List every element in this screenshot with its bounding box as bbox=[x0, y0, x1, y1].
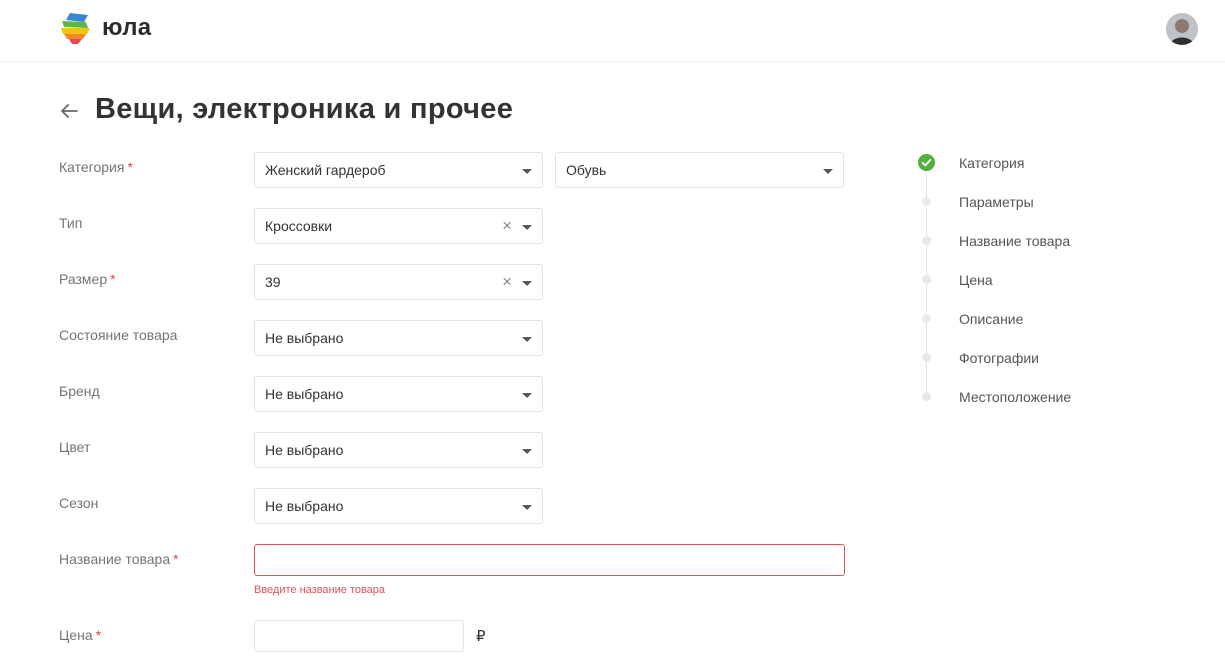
type-label-text: Тип bbox=[59, 215, 83, 231]
condition-label-text: Состояние товара bbox=[59, 327, 178, 343]
subcategory-select-value: Обувь bbox=[566, 162, 607, 178]
logo-text: юла bbox=[102, 14, 152, 41]
chevron-down-icon bbox=[522, 449, 532, 454]
color-select[interactable]: Не выбрано bbox=[254, 432, 543, 468]
required-mark: * bbox=[173, 551, 179, 567]
step-dot bbox=[922, 314, 931, 323]
page-title: Вещи, электроника и прочее bbox=[95, 93, 514, 125]
condition-label: Состояние товара bbox=[59, 327, 177, 343]
season-label-text: Сезон bbox=[59, 495, 99, 511]
step-location[interactable]: Местоположение bbox=[915, 385, 1135, 407]
chevron-down-icon bbox=[522, 337, 532, 342]
avatar-icon bbox=[1166, 13, 1198, 45]
step-dot bbox=[922, 197, 931, 206]
step-product-name[interactable]: Название товара bbox=[915, 229, 1135, 251]
price-input[interactable] bbox=[254, 620, 464, 652]
chevron-down-icon bbox=[522, 505, 532, 510]
price-label-text: Цена bbox=[59, 627, 93, 643]
size-label: Размер * bbox=[59, 271, 116, 287]
step-label: Параметры bbox=[959, 194, 1034, 210]
logo[interactable]: юла bbox=[58, 11, 151, 45]
progress-steps: Категория Параметры Название товара Цена… bbox=[915, 148, 1135, 418]
brand-select-value: Не выбрано bbox=[265, 386, 344, 402]
chevron-down-icon bbox=[522, 393, 532, 398]
price-label: Цена * bbox=[59, 627, 101, 643]
clear-icon[interactable]: × bbox=[502, 216, 512, 236]
top-header: юла bbox=[0, 0, 1225, 62]
color-select-value: Не выбрано bbox=[265, 442, 344, 458]
step-dot bbox=[922, 236, 931, 245]
currency-ruble: ₽ bbox=[476, 628, 486, 645]
category-select-value: Женский гардероб bbox=[265, 162, 386, 178]
step-label: Местоположение bbox=[959, 389, 1072, 405]
category-label: Категория * bbox=[59, 159, 133, 175]
condition-select[interactable]: Не выбрано bbox=[254, 320, 543, 356]
step-dot bbox=[922, 275, 931, 284]
step-parameters[interactable]: Параметры bbox=[915, 190, 1135, 212]
season-select-value: Не выбрано bbox=[265, 498, 344, 514]
step-label: Цена bbox=[959, 272, 993, 288]
required-mark: * bbox=[110, 271, 116, 287]
check-circle-icon bbox=[918, 154, 935, 171]
color-label: Цвет bbox=[59, 439, 90, 455]
user-avatar[interactable] bbox=[1166, 13, 1198, 45]
subcategory-select[interactable]: Обувь bbox=[555, 152, 844, 188]
required-mark: * bbox=[95, 627, 102, 643]
product-name-label: Название товара * bbox=[59, 551, 179, 567]
step-dot bbox=[922, 392, 931, 401]
back-arrow-icon[interactable] bbox=[58, 100, 80, 122]
product-name-input[interactable] bbox=[254, 544, 845, 576]
step-label: Название товара bbox=[959, 233, 1071, 249]
type-label: Тип bbox=[59, 215, 82, 231]
chevron-down-icon bbox=[522, 169, 532, 174]
size-select-value: 39 bbox=[265, 274, 281, 290]
season-label: Сезон bbox=[59, 495, 98, 511]
step-dot bbox=[922, 353, 931, 362]
category-select[interactable]: Женский гардероб bbox=[254, 152, 543, 188]
size-label-text: Размер bbox=[59, 271, 108, 287]
clear-icon[interactable]: × bbox=[502, 272, 512, 292]
step-category[interactable]: Категория bbox=[915, 151, 1135, 173]
brand-label-text: Бренд bbox=[59, 383, 100, 399]
size-select[interactable]: 39 × bbox=[254, 264, 543, 300]
step-label: Категория bbox=[959, 155, 1025, 171]
chevron-down-icon bbox=[522, 281, 532, 286]
condition-select-value: Не выбрано bbox=[265, 330, 344, 346]
type-select[interactable]: Кроссовки × bbox=[254, 208, 543, 244]
chevron-down-icon bbox=[823, 169, 833, 174]
step-description[interactable]: Описание bbox=[915, 307, 1135, 329]
category-label-text: Категория bbox=[59, 159, 125, 175]
color-label-text: Цвет bbox=[59, 439, 91, 455]
product-name-error: Введите название товара bbox=[254, 584, 386, 596]
chevron-down-icon bbox=[522, 225, 532, 230]
step-price[interactable]: Цена bbox=[915, 268, 1135, 290]
yula-logo-icon bbox=[61, 13, 90, 44]
brand-select[interactable]: Не выбрано bbox=[254, 376, 543, 412]
season-select[interactable]: Не выбрано bbox=[254, 488, 543, 524]
product-name-label-text: Название товара bbox=[59, 551, 171, 567]
step-label: Описание bbox=[959, 311, 1024, 327]
step-label: Фотографии bbox=[959, 350, 1040, 366]
step-photos[interactable]: Фотографии bbox=[915, 346, 1135, 368]
required-mark: * bbox=[127, 159, 133, 175]
brand-label: Бренд bbox=[59, 383, 100, 399]
type-select-value: Кроссовки bbox=[265, 218, 333, 234]
